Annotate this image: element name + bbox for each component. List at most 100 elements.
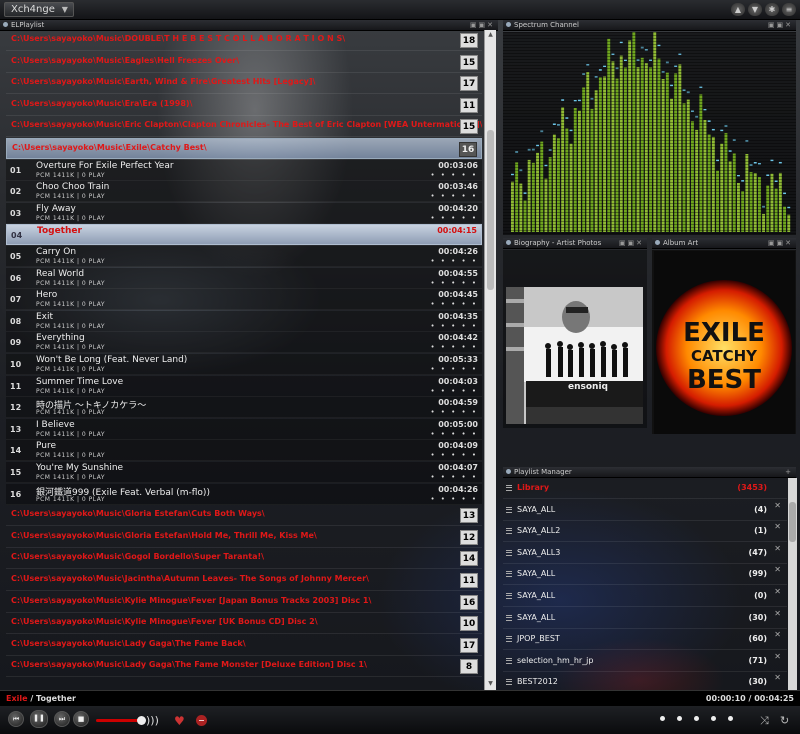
- scrollbar-thumb[interactable]: [487, 130, 494, 290]
- playlist-group[interactable]: C:\Users\sayayoko\Music\Gogol Bordello\S…: [6, 548, 482, 570]
- panel-buttons[interactable]: ▣▣✕: [768, 20, 793, 31]
- library-item[interactable]: Library (3453): [503, 478, 787, 499]
- playlist-item[interactable]: SAYA_ALL (99) ✕: [503, 564, 787, 586]
- pause-button[interactable]: ❚❚: [30, 710, 48, 728]
- repeat-icon[interactable]: ↻: [780, 714, 789, 727]
- track-row[interactable]: 08 Exit PCM 1411K | 0 PLAY 00:04:35 • • • • …: [6, 310, 482, 332]
- track-rating[interactable]: • • • • •: [430, 171, 478, 179]
- playlist-item[interactable]: SAYA_ALL3 (47) ✕: [503, 543, 787, 564]
- next-button[interactable]: ⏭: [54, 711, 70, 727]
- track-rating[interactable]: • • • • •: [430, 387, 478, 395]
- playlist-item[interactable]: SAYA_ALL (4) ✕: [503, 500, 787, 521]
- spectrum-scanline: [503, 47, 796, 48]
- volume-slider-knob[interactable]: [137, 716, 146, 725]
- playlist-group[interactable]: C:\Users\sayayoko\Music\Eric Clapton\Cla…: [6, 116, 482, 138]
- scroll-down-icon[interactable]: ▼: [486, 680, 495, 689]
- track-rating[interactable]: • • • • •: [430, 495, 478, 503]
- panel-buttons[interactable]: ▣▣✕: [768, 238, 793, 249]
- download-icon[interactable]: ▼: [748, 3, 762, 16]
- track-title: Choo Choo Train: [36, 182, 110, 193]
- scroll-up-icon[interactable]: ▲: [486, 31, 495, 40]
- skin-menu-button[interactable]: Xch4nge ▼: [4, 2, 74, 17]
- close-icon[interactable]: ✕: [774, 673, 781, 682]
- close-icon[interactable]: ✕: [774, 544, 781, 553]
- close-icon[interactable]: ✕: [774, 652, 781, 661]
- gear-icon[interactable]: ✱: [765, 3, 779, 16]
- playlist-item[interactable]: BEST2012 (30) ✕: [503, 672, 787, 690]
- track-rating[interactable]: • • • • •: [430, 300, 478, 308]
- track-rating[interactable]: • • • • •: [430, 343, 478, 351]
- track-row[interactable]: 14 Pure PCM 1411K | 0 PLAY 00:04:09 • • • • …: [6, 440, 482, 462]
- track-row[interactable]: 15 You're My Sunshine PCM 1411K | 0 PLAY 00…: [6, 462, 482, 483]
- track-row[interactable]: 07 Hero PCM 1411K | 0 PLAY 00:04:45 • • • • …: [6, 289, 482, 311]
- heart-icon[interactable]: ♥: [174, 714, 185, 728]
- playlist-group[interactable]: C:\Users\sayayoko\Music\Jacintha\Autumn …: [6, 570, 482, 591]
- track-row[interactable]: 10 Won't Be Long (Feat. Never Land) PCM 14…: [6, 354, 482, 375]
- rating-dot[interactable]: [728, 716, 733, 721]
- panel-buttons[interactable]: ▣▣✕: [619, 238, 644, 249]
- close-icon[interactable]: ✕: [774, 587, 781, 596]
- rating-dots[interactable]: [660, 716, 733, 721]
- playlist-group[interactable]: C:\Users\sayayoko\Music\Eagles\Hell Free…: [6, 52, 482, 73]
- rating-dot[interactable]: [694, 716, 699, 721]
- spectrum-scanline: [503, 203, 796, 204]
- playlist-group[interactable]: C:\Users\sayayoko\Music\Lady Gaga\The Fa…: [6, 635, 482, 656]
- track-rating[interactable]: • • • • •: [430, 279, 478, 287]
- playlist-group[interactable]: C:\Users\sayayoko\Music\Era\Era (1998)\ 1…: [6, 95, 482, 116]
- track-row[interactable]: 03 Fly Away PCM 1411K | 0 PLAY 00:04:20 • • …: [6, 202, 482, 224]
- track-row[interactable]: 04 Together 00:04:15: [6, 224, 482, 246]
- track-row[interactable]: 06 Real World PCM 1411K | 0 PLAY 00:04:55 • …: [6, 267, 482, 289]
- rating-dot[interactable]: [660, 716, 665, 721]
- playlist-item[interactable]: JPOP_BEST (60) ✕: [503, 629, 787, 651]
- playlist-group[interactable]: C:\Users\sayayoko\Music\Lady Gaga\The Fa…: [6, 656, 482, 678]
- upload-icon[interactable]: ▲: [731, 3, 745, 16]
- playlist-manager-scrollbar[interactable]: [788, 478, 797, 690]
- track-row[interactable]: 13 I Believe PCM 1411K | 0 PLAY 00:05:00 • •…: [6, 418, 482, 440]
- track-rating[interactable]: • • • • •: [430, 473, 478, 481]
- shuffle-icon[interactable]: ⤨: [760, 714, 769, 728]
- track-row[interactable]: 16 銀河鐵道999 (Exile Feat. Verbal (m-flo)) PC…: [6, 483, 482, 505]
- close-icon[interactable]: ✕: [774, 609, 781, 618]
- track-rating[interactable]: • • • • •: [430, 451, 478, 459]
- track-row[interactable]: 09 Everything PCM 1411K | 0 PLAY 00:04:42 • …: [6, 332, 482, 354]
- close-icon[interactable]: ✕: [774, 501, 781, 510]
- close-icon[interactable]: ✕: [774, 522, 781, 531]
- playlist-group[interactable]: C:\Users\sayayoko\Music\Exile\Catchy Bes…: [6, 138, 482, 159]
- playlist-item[interactable]: selection_hm_hr_jp (71) ✕: [503, 651, 787, 672]
- track-rating[interactable]: • • • • •: [430, 192, 478, 200]
- volume-slider[interactable]: [96, 716, 146, 725]
- playlist-group[interactable]: C:\Users\sayayoko\Music\Kylie Minogue\Fe…: [6, 613, 482, 635]
- track-row[interactable]: 11 Summer Time Love PCM 1411K | 0 PLAY 00:0…: [6, 375, 482, 397]
- previous-button[interactable]: ⏮: [8, 711, 24, 727]
- playlist-group[interactable]: C:\Users\sayayoko\Music\Earth, Wind & Fi…: [6, 73, 482, 95]
- add-playlist-button[interactable]: +: [785, 467, 793, 478]
- playlist-item[interactable]: SAYA_ALL2 (1) ✕: [503, 521, 787, 543]
- playlist-group[interactable]: C:\Users\sayayoko\Music\Gloria Estefan\H…: [6, 527, 482, 548]
- playlist-scrollbar[interactable]: ▲ ▼: [484, 30, 496, 690]
- track-row[interactable]: 01 Overture For Exile Perfect Year PCM 141…: [6, 159, 482, 181]
- playlist-item[interactable]: SAYA_ALL (30) ✕: [503, 608, 787, 629]
- playlist-group[interactable]: C:\Users\sayayoko\Music\Kylie Minogue\Fe…: [6, 592, 482, 613]
- track-number: 01: [10, 165, 22, 175]
- volume-icon[interactable]: ))): [146, 714, 159, 727]
- menu-icon[interactable]: ≡: [782, 3, 796, 16]
- close-icon[interactable]: ✕: [774, 630, 781, 639]
- track-rating[interactable]: • • • • •: [430, 430, 478, 438]
- track-row[interactable]: 02 Choo Choo Train PCM 1411K | 0 PLAY 00:03…: [6, 181, 482, 203]
- rating-dot[interactable]: [677, 716, 682, 721]
- track-rating[interactable]: • • • • •: [430, 322, 478, 330]
- scrollbar-thumb[interactable]: [789, 502, 796, 542]
- track-rating[interactable]: • • • • •: [430, 257, 478, 265]
- playlist-group[interactable]: C:\Users\sayayoko\Music\Gloria Estefan\C…: [6, 505, 482, 527]
- track-row[interactable]: 12 時の描片 ～トキノカケラ～ PCM 1411K | 0 PLAY 00:04:5…: [6, 397, 482, 419]
- ban-icon[interactable]: [196, 715, 207, 726]
- track-rating[interactable]: • • • • •: [430, 365, 478, 373]
- track-rating[interactable]: • • • • •: [430, 408, 478, 416]
- playlist-group[interactable]: C:\Users\sayayoko\Music\DOUBLE\T H E B E…: [6, 30, 482, 51]
- track-row[interactable]: 05 Carry On PCM 1411K | 0 PLAY 00:04:26 • • …: [6, 246, 482, 267]
- track-rating[interactable]: • • • • •: [430, 214, 478, 222]
- rating-dot[interactable]: [711, 716, 716, 721]
- stop-button[interactable]: ■: [73, 711, 89, 727]
- close-icon[interactable]: ✕: [774, 565, 781, 574]
- playlist-item[interactable]: SAYA_ALL (0) ✕: [503, 586, 787, 607]
